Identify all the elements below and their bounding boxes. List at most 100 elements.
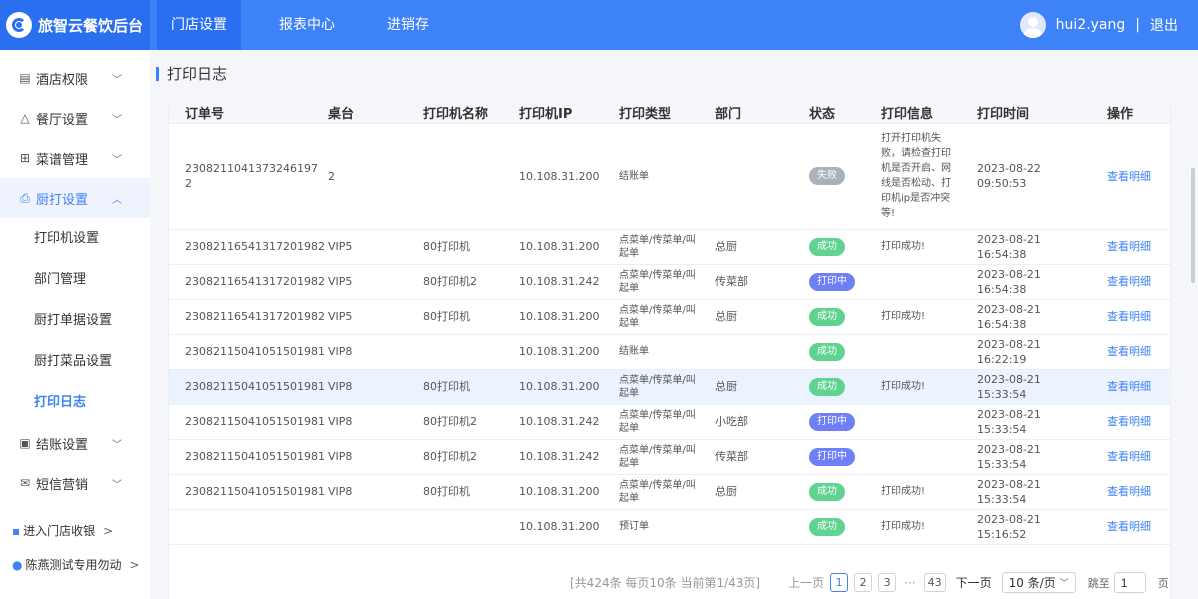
status-badge: 成功: [809, 307, 845, 326]
cell-printer-ip-text: 10.108.31.242: [519, 415, 600, 428]
sidebar-item-menu-management[interactable]: ⊞ 菜谱管理 ﹀: [0, 138, 150, 178]
view-details-link[interactable]: 查看明细: [1107, 170, 1151, 183]
cell-table: 2: [312, 123, 407, 230]
cell-print-time-text: 2023-08-21 16:54:38: [977, 267, 1041, 296]
view-details-link[interactable]: 查看明细: [1107, 380, 1151, 393]
cell-print-type-text: 点菜单/传菜单/叫起单: [619, 444, 696, 469]
next-page-button[interactable]: 下一页: [956, 574, 992, 591]
cell-print-time: 2023-08-21 15:16:52: [961, 509, 1091, 545]
top-bar: 旅智云餐饮后台 门店设置 报表中心 进销存 hui2.yang | 退出: [0, 0, 1198, 50]
cell-printer-name: 80打印机: [407, 474, 503, 510]
cell-department: [699, 334, 793, 370]
pagination-ellipsis[interactable]: ···: [904, 576, 915, 590]
sidebar-item-label: 短信营销: [36, 477, 89, 493]
cell-printer-ip-text: 10.108.31.200: [519, 380, 600, 393]
topnav-report-center[interactable]: 报表中心: [265, 0, 349, 50]
cell-print-time: 2023-08-21 16:54:38: [961, 229, 1091, 265]
table-scrollbar[interactable]: [1191, 168, 1195, 283]
cell-print-time-text: 2023-08-21 15:33:54: [977, 477, 1041, 506]
chevron-down-icon: ﹀: [112, 479, 122, 491]
user-separator: |: [1135, 17, 1140, 33]
page-size-select[interactable]: 10 条/页 ﹀: [1001, 572, 1076, 593]
cell-department-text: 总厨: [715, 380, 737, 393]
cell-printer-ip: 10.108.31.200: [503, 474, 603, 510]
submenu-print-log[interactable]: 打印日志: [0, 382, 150, 423]
cell-printer-ip: 10.108.31.200: [503, 229, 603, 265]
cell-printer-ip-text: 10.108.31.200: [519, 520, 600, 533]
print-log-table-container[interactable]: 订单号 桌台 打印机名称 打印机IP 打印类型 部门 状态 打印信息 打印时间 …: [168, 106, 1171, 599]
page-button-1[interactable]: 1: [830, 573, 849, 592]
cell-table-text: VIP8: [328, 380, 353, 393]
view-details-link[interactable]: 查看明细: [1107, 520, 1151, 533]
cell-order-number: 23082116541317201982: [169, 299, 325, 335]
cell-print-time-text: 2023-08-21 16:22:19: [977, 337, 1041, 366]
cell-department-text: 总厨: [715, 485, 737, 498]
sidebar-item-checkout-settings[interactable]: ▣ 结账设置 ﹀: [0, 423, 150, 463]
page-button-2[interactable]: 2: [854, 573, 873, 592]
cell-printer-ip-text: 10.108.31.200: [519, 345, 600, 358]
table-row: 23082115041051501981 VIP8 80打印机 10.108.31.2…: [169, 369, 1170, 405]
cashier-icon: ▪: [12, 523, 21, 538]
sidebar-item-sms-marketing[interactable]: ✉ 短信营销 ﹀: [0, 463, 150, 503]
cell-action: 查看明细: [1091, 439, 1170, 475]
brand[interactable]: 旅智云餐饮后台: [0, 0, 150, 50]
cell-print-info: 打开打印机失败，请检查打印机是否开启、网线是否松动、打印机ip是否冲突等!: [865, 123, 961, 230]
checkout-icon: ▣: [19, 436, 31, 450]
sidebar-item-restaurant-settings[interactable]: △ 餐厅设置 ﹀: [0, 98, 150, 138]
view-details-link[interactable]: 查看明细: [1107, 485, 1151, 498]
cell-table: VIP8: [312, 404, 407, 440]
col-table: 桌台: [312, 106, 407, 124]
cell-printer-ip-text: 10.108.31.200: [519, 240, 600, 253]
view-details-link[interactable]: 查看明细: [1107, 450, 1151, 463]
enter-store-cashier-link[interactable]: ▪ 进入门店收银 >: [12, 522, 113, 539]
cell-department-text: 传菜部: [715, 450, 748, 463]
cell-status: 成功: [793, 299, 865, 335]
page-button-3[interactable]: 3: [878, 573, 897, 592]
status-badge: 成功: [809, 517, 845, 536]
view-details-link[interactable]: 查看明细: [1107, 275, 1151, 288]
cell-print-type: 点菜单/传菜单/叫起单: [603, 404, 699, 440]
cell-table-text: VIP5: [328, 275, 353, 288]
avatar-icon[interactable]: [1019, 12, 1046, 38]
view-details-link[interactable]: 查看明细: [1107, 310, 1151, 323]
cell-print-info-text: 打印成功!: [881, 521, 926, 532]
prev-page-button[interactable]: 上一页: [788, 574, 824, 591]
view-details-link[interactable]: 查看明细: [1107, 415, 1151, 428]
cell-order-number: [169, 509, 312, 545]
cell-action: 查看明细: [1091, 509, 1170, 545]
cell-department-text: 总厨: [715, 310, 737, 323]
submenu-department-management[interactable]: 部门管理: [0, 259, 150, 300]
cell-order-number-text: 23082116541317201982: [185, 240, 325, 253]
col-printer-name: 打印机名称: [407, 106, 503, 124]
submenu-printer-settings[interactable]: 打印机设置: [0, 218, 150, 259]
cell-printer-name: 80打印机2: [407, 264, 503, 300]
topnav-store-settings[interactable]: 门店设置: [157, 0, 241, 50]
cell-printer-ip-text: 10.108.31.200: [519, 485, 600, 498]
sidebar-item-label: 结账设置: [36, 437, 89, 453]
sidebar-item-hotel-permissions[interactable]: ▤ 酒店权限 ﹀: [0, 58, 150, 98]
page-button-last[interactable]: 43: [923, 573, 946, 592]
cell-print-type-text: 点菜单/传菜单/叫起单: [619, 269, 696, 294]
topnav-inventory[interactable]: 进销存: [373, 0, 443, 50]
cell-order-number: 23082115041051501981: [169, 474, 325, 510]
col-status: 状态: [793, 106, 865, 124]
submenu-print-dish-settings[interactable]: 厨打菜品设置: [0, 341, 150, 382]
cell-printer-name: [407, 334, 503, 370]
cell-print-info: [865, 439, 961, 475]
cell-print-type-text: 结账单: [619, 346, 649, 357]
username[interactable]: hui2.yang: [1056, 17, 1126, 33]
sidebar-item-kitchen-print[interactable]: ⎙ 厨打设置 ︿: [0, 178, 150, 218]
logout-link[interactable]: 退出: [1150, 15, 1178, 35]
jump-page-input[interactable]: [1113, 572, 1146, 593]
submenu-print-document-settings[interactable]: 厨打单据设置: [0, 300, 150, 341]
view-details-link[interactable]: 查看明细: [1107, 240, 1151, 253]
cell-table-text: VIP8: [328, 415, 353, 428]
view-details-link[interactable]: 查看明细: [1107, 345, 1151, 358]
sidebar-item-label: 酒店权限: [36, 72, 89, 88]
cell-printer-name-text: 80打印机: [423, 310, 470, 323]
chevron-down-icon: ﹀: [112, 154, 122, 166]
current-store-link[interactable]: ● 陈燕测试专用勿动 >: [12, 556, 140, 573]
menu-grid-icon: ⊞: [19, 151, 31, 165]
cell-status: 打印中: [793, 404, 865, 440]
enter-store-cashier-label: 进入门店收银: [23, 524, 96, 538]
